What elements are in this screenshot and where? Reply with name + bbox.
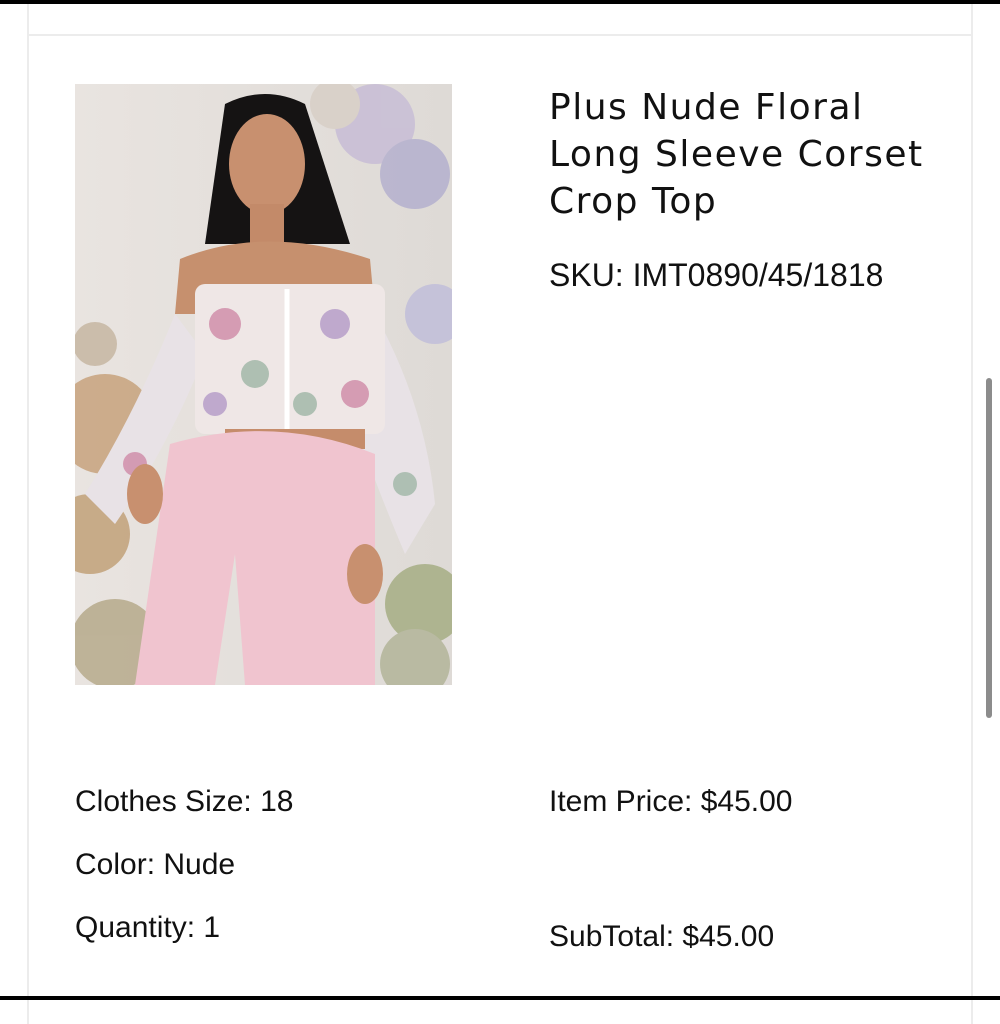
subtotal: SubTotal: $45.00	[549, 920, 775, 953]
card-edge-right	[971, 4, 973, 34]
color: Color: Nude	[75, 848, 236, 881]
bottom-border	[0, 996, 1000, 1000]
top-border	[0, 0, 1000, 4]
product-image[interactable]	[75, 84, 452, 685]
clothes-size: Clothes Size: 18	[75, 785, 294, 818]
card-edge-left	[27, 4, 29, 34]
product-photo	[75, 84, 452, 685]
item-price: Item Price: $45.00	[549, 785, 793, 818]
scrollbar-thumb[interactable]	[986, 378, 992, 718]
product-sku: SKU: IMT0890/45/1818	[549, 257, 884, 293]
quantity: Quantity: 1	[75, 911, 221, 944]
product-title[interactable]: Plus Nude Floral Long Sleeve Corset Crop…	[549, 84, 929, 225]
